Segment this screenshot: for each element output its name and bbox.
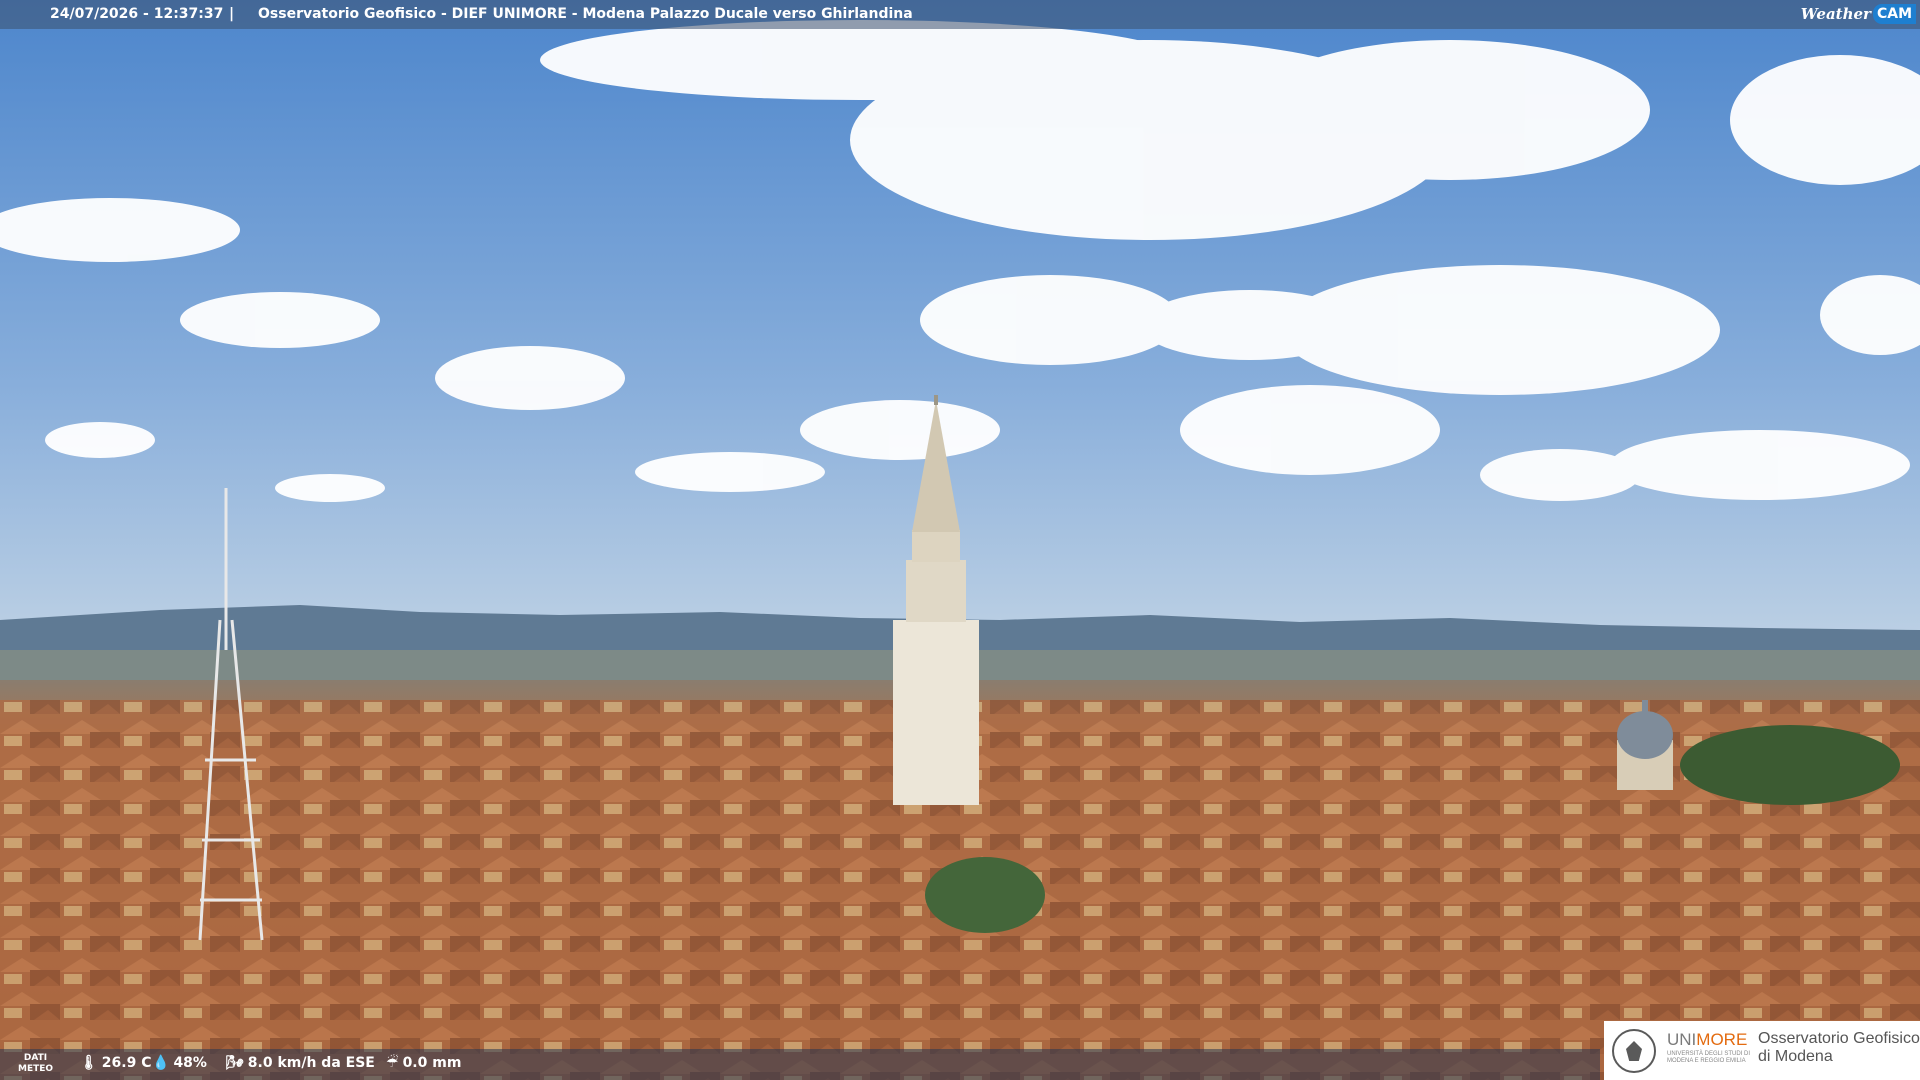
unimore-wordmark: UNIMORE [1667, 1030, 1748, 1049]
unimore-logo: UNIMORE UNIVERSITÀ DEGLI STUDI DI MODENA… [1604, 1021, 1920, 1080]
cloud [1180, 385, 1440, 475]
info-bar: 24/07/2026 - 12:37:37 | Osservatorio Geo… [0, 0, 1920, 29]
cloud [435, 346, 625, 410]
weathercam-logo-weather: Weather [1800, 5, 1871, 23]
trees [1680, 725, 1900, 805]
cloud [635, 452, 825, 492]
observatory-name: Osservatorio Geofisico di Modena [1758, 1030, 1920, 1065]
university-seal-icon [1612, 1029, 1656, 1073]
dati-label: DATI [23, 1053, 48, 1063]
drop-icon: 💧 [152, 1055, 170, 1071]
camera-title: Osservatorio Geofisico - DIEF UNIMORE - … [258, 6, 913, 22]
dati-meteo-label: DATI METEO [18, 1053, 53, 1075]
weathercam-logo-cam: CAM [1872, 4, 1916, 24]
trees [925, 857, 1045, 933]
cloud [1610, 430, 1910, 500]
temperature-reading: 🌡 26.9 C [80, 1055, 151, 1071]
humidity-value: 48% [173, 1055, 207, 1071]
meteo-label: METEO [18, 1064, 54, 1074]
cloud [180, 292, 380, 348]
wind-value: 8.0 km/h da ESE [247, 1055, 375, 1071]
webcam-photo [0, 0, 1920, 1080]
university-name: UNIVERSITÀ DEGLI STUDI DI MODENA E REGGI… [1667, 1051, 1751, 1064]
cloud [1250, 40, 1650, 180]
weathercam-logo: Weather CAM [1801, 3, 1916, 25]
thermometer-icon: 🌡 [80, 1055, 98, 1071]
cloud [275, 474, 385, 502]
rain-icon: ☔ [386, 1055, 399, 1071]
temperature-value: 26.9 C [101, 1055, 152, 1071]
cloud [920, 275, 1180, 365]
rain-value: 0.0 mm [402, 1055, 462, 1071]
tower-upper [912, 530, 960, 562]
separator: | [229, 6, 235, 22]
timestamp: 24/07/2026 - 12:37:37 [50, 6, 224, 22]
wind-reading: 🌬 8.0 km/h da ESE [226, 1055, 375, 1071]
tower-belfry [906, 560, 966, 622]
cloud [45, 422, 155, 458]
tower-finial [934, 395, 938, 405]
cloud [800, 400, 1000, 460]
weather-data-bar: DATI METEO 🌡 26.9 C 💧 48% 🌬 8.0 km/h da … [0, 1049, 1600, 1080]
cloud [1280, 265, 1720, 395]
tower-base [893, 620, 979, 805]
humidity-reading: 💧 48% [152, 1055, 207, 1071]
rain-reading: ☔ 0.0 mm [386, 1055, 461, 1071]
wind-icon: 🌬 [226, 1055, 244, 1071]
